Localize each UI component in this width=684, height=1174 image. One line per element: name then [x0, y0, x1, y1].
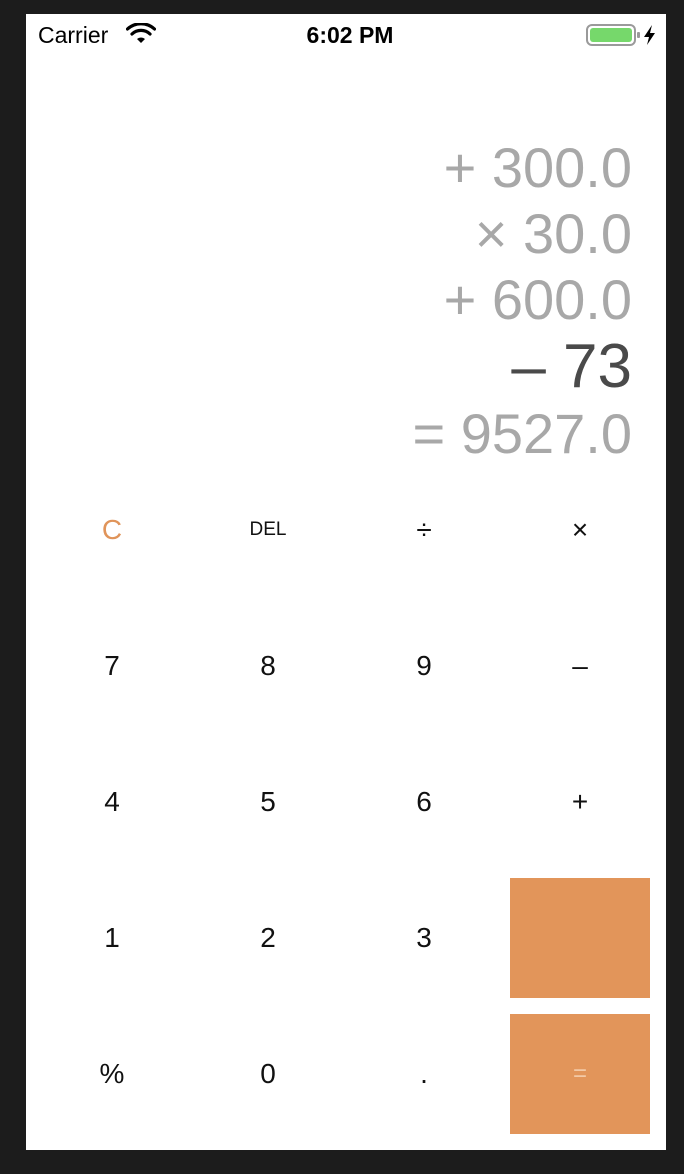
current-input-line: – 73	[511, 332, 632, 401]
digit-7-button[interactable]: 7	[34, 598, 190, 734]
digit-1-button[interactable]: 1	[34, 870, 190, 1006]
digit-2-button[interactable]: 2	[190, 870, 346, 1006]
multiply-button[interactable]: ×	[502, 462, 658, 598]
digit-3-button[interactable]: 3	[346, 870, 502, 1006]
digit-6-button[interactable]: 6	[346, 734, 502, 870]
status-bar: Carrier 6:02 PM	[26, 14, 666, 56]
battery-charging-icon	[586, 24, 655, 46]
result-line: = 9527.0	[412, 402, 632, 465]
clock: 6:02 PM	[306, 22, 394, 48]
calculator-screen: Carrier 6:02 PM + 300.0 × 30.0 + 600.0 –…	[26, 14, 666, 1150]
minus-button[interactable]: –	[502, 598, 658, 734]
digit-4-button[interactable]: 4	[34, 734, 190, 870]
decimal-point-button[interactable]: .	[346, 1006, 502, 1142]
percent-button[interactable]: %	[34, 1006, 190, 1142]
digit-8-button[interactable]: 8	[190, 598, 346, 734]
history-line: + 600.0	[443, 268, 632, 331]
plus-button[interactable]: +	[502, 734, 658, 870]
history-line: × 30.0	[474, 202, 632, 265]
divide-button[interactable]: ÷	[346, 462, 502, 598]
blank-orange-button[interactable]	[510, 878, 650, 998]
delete-button[interactable]: DEL	[190, 462, 346, 598]
digit-5-button[interactable]: 5	[190, 734, 346, 870]
keypad: C DEL ÷ × 7 8 9 – 4 5 6 + 1 2 3 % 0 . =	[26, 462, 666, 1150]
history-line: + 300.0	[443, 136, 632, 199]
clear-button[interactable]: C	[34, 462, 190, 598]
equals-button[interactable]: =	[510, 1014, 650, 1134]
digit-9-button[interactable]: 9	[346, 598, 502, 734]
digit-0-button[interactable]: 0	[190, 1006, 346, 1142]
